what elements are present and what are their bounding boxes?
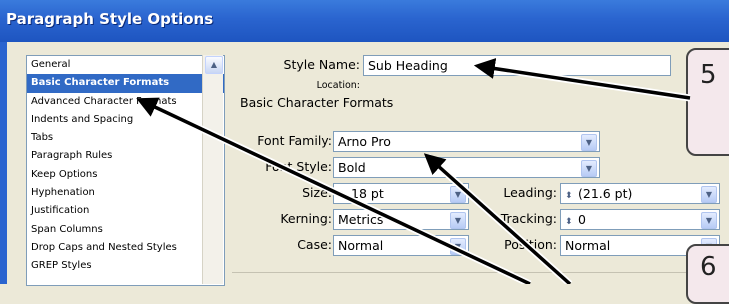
arrow-to-style-name: [473, 58, 691, 102]
annotation-arrows: [136, 58, 691, 284]
arrow-to-font-family: [423, 153, 573, 284]
